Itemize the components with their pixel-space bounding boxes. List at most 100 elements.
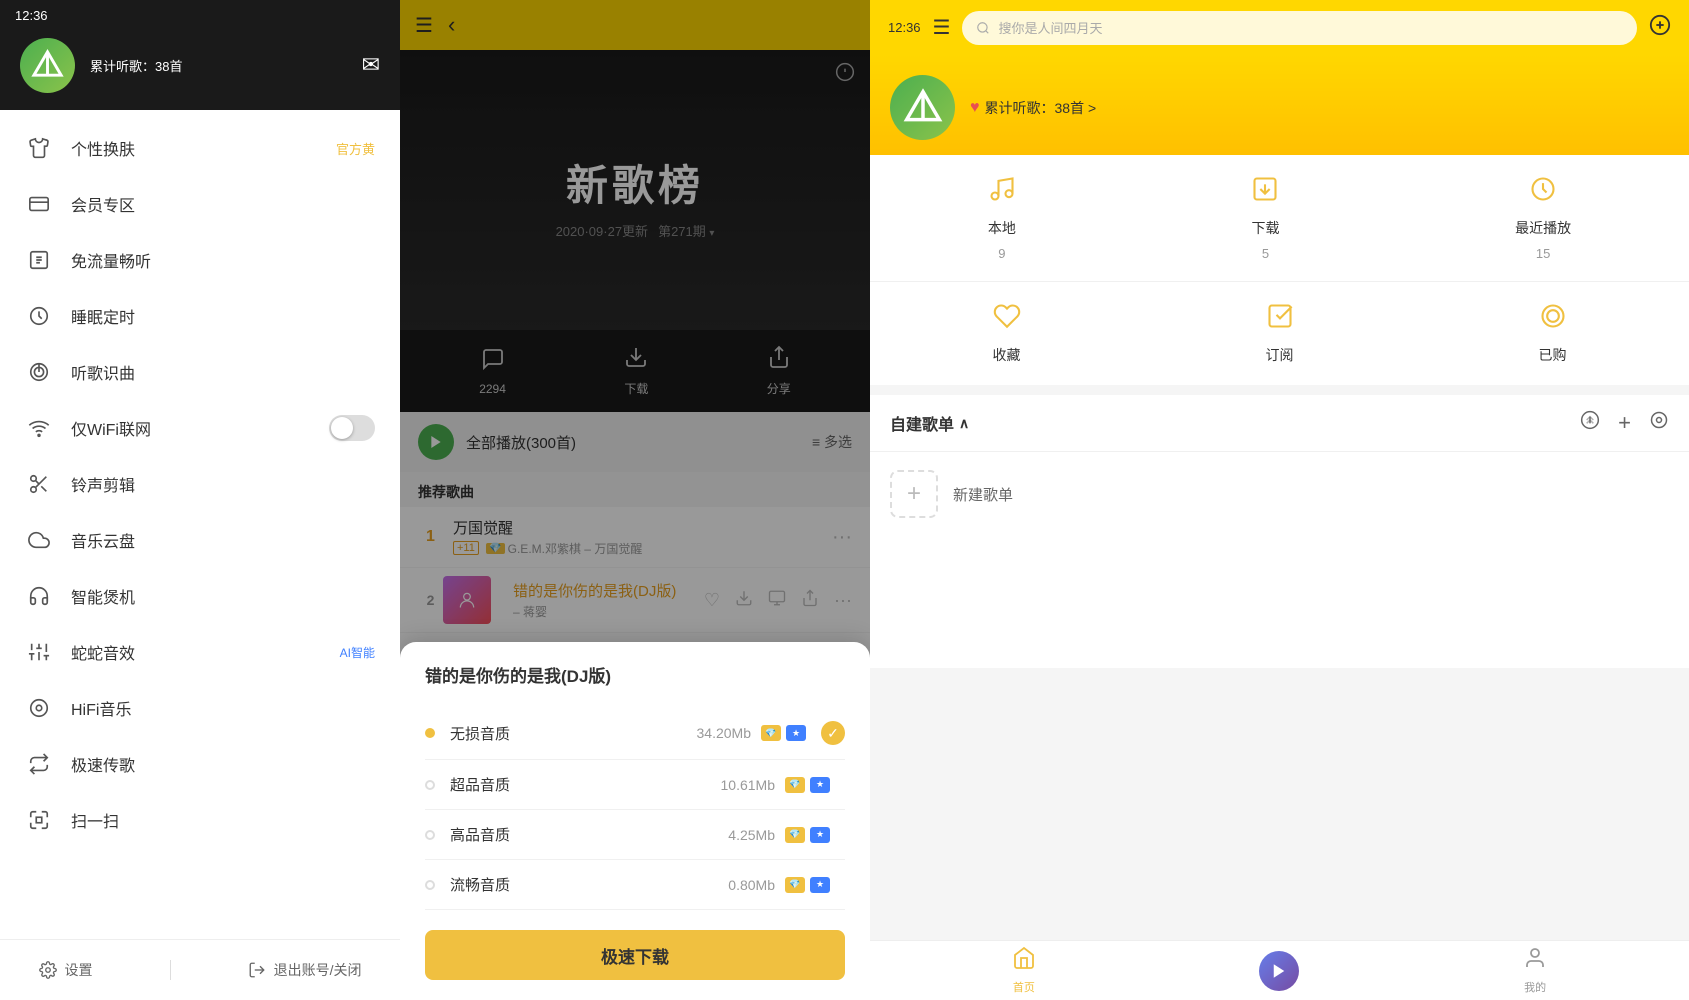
stat-count-dl: 5 [1262, 246, 1269, 261]
playlist-settings-btn[interactable] [1649, 410, 1669, 436]
menu-badge-snake: AI智能 [340, 644, 375, 661]
menu-label-hifi: HiFi音乐 [71, 696, 375, 720]
playlist-add-btn[interactable]: + [1618, 410, 1631, 436]
logout-label: 退出账号/关闭 [274, 960, 362, 980]
menu-label-vip: 会员专区 [71, 192, 375, 216]
stat-download[interactable]: 下载 5 [1251, 175, 1279, 261]
new-playlist-label: 新建歌单 [953, 484, 1013, 505]
nav-home[interactable]: 首页 [1012, 946, 1036, 995]
menu-item-snake[interactable]: 蛇蛇音效 AI智能 [0, 624, 400, 680]
menu-item-hifi[interactable]: HiFi音乐 [0, 680, 400, 736]
menu-label-ringtone: 铃声剪辑 [71, 472, 375, 496]
add-btn-right[interactable] [1649, 14, 1671, 42]
search-placeholder: 搜你是人间四月天 [998, 18, 1102, 37]
quality-size-standard: 0.80Mb [728, 877, 775, 893]
quality-size-high: 4.25Mb [728, 827, 775, 843]
shirt-icon [25, 134, 53, 162]
plus-box: + [890, 470, 938, 518]
menu-item-wifi[interactable]: 仅WiFi联网 [0, 400, 400, 456]
playlist-header: 自建歌单 ∧ + [870, 395, 1689, 452]
playlist-title: 自建歌单 ∧ [890, 411, 1580, 435]
speaker-icon [25, 582, 53, 610]
quality-lossless[interactable]: 无损音质 34.20Mb 💎 ★ ✓ [425, 707, 845, 760]
menu-item-free[interactable]: 免流量畅听 [0, 232, 400, 288]
mail-icon[interactable]: ✉ [362, 52, 380, 78]
stat-label-recent: 最近播放 [1515, 218, 1571, 238]
menu-item-lyric[interactable]: 听歌识曲 [0, 344, 400, 400]
stat-local[interactable]: 本地 9 [988, 175, 1016, 261]
mini-player-thumb [1259, 951, 1299, 991]
menu-item-vip[interactable]: 会员专区 [0, 176, 400, 232]
menu-item-cloud[interactable]: 音乐云盘 [0, 512, 400, 568]
stat-favorites[interactable]: 收藏 [993, 302, 1021, 365]
heart-stat-icon [993, 302, 1021, 337]
settings-btn[interactable]: 设置 [39, 960, 93, 980]
profile-info: ♥ 累计听歌：38首 > [970, 98, 1096, 118]
quality-high[interactable]: 高品音质 4.25Mb 💎 ★ [425, 810, 845, 860]
playlist-actions: + [1580, 410, 1669, 436]
vip-badge-standard: 💎 [785, 877, 805, 893]
menu-item-skin[interactable]: 个性换肤 官方黄 [0, 120, 400, 176]
new-playlist-item[interactable]: + 新建歌单 [870, 452, 1689, 536]
kuwo-badge-standard: ★ [810, 877, 830, 893]
chevron-up-icon: ∧ [959, 415, 969, 432]
kuwo-badge-super: ★ [810, 777, 830, 793]
recent-icon [1529, 175, 1557, 210]
search-icon [976, 21, 990, 35]
quality-dot-lossless [425, 728, 435, 738]
wifi-toggle[interactable] [329, 415, 375, 441]
quality-dot-high [425, 830, 435, 840]
equalizer-icon [25, 638, 53, 666]
playlist-sort-btn[interactable] [1580, 410, 1600, 436]
spacer [870, 668, 1689, 941]
transfer-icon [25, 750, 53, 778]
purchased-icon [1539, 302, 1567, 337]
hifi-icon [25, 694, 53, 722]
menu-item-sleep[interactable]: 睡眠定时 [0, 288, 400, 344]
menu-label-snake: 蛇蛇音效 [71, 640, 340, 664]
panel-left: 12:36 累计听歌：38首 ✉ 个性换肤 官方黄 [0, 0, 400, 1000]
menu-item-scan[interactable]: 扫一扫 [0, 792, 400, 848]
stat-recent[interactable]: 最近播放 15 [1515, 175, 1571, 261]
stat-purchased[interactable]: 已购 [1539, 302, 1567, 365]
menu-item-ringtone[interactable]: 铃声剪辑 [0, 456, 400, 512]
check-lossless: ✓ [821, 721, 845, 745]
cloud-icon [25, 526, 53, 554]
search-bar[interactable]: 搜你是人间四月天 [962, 11, 1637, 45]
home-label: 首页 [1013, 979, 1035, 995]
kuwo-badge-high: ★ [810, 827, 830, 843]
music-stats: 本地 9 下载 5 最近播放 15 [870, 155, 1689, 281]
modal-title: 错的是你伤的是我(DJ版) [425, 662, 845, 687]
menu-item-smart[interactable]: 智能煲机 [0, 568, 400, 624]
profile-section: ♥ 累计听歌：38首 > [870, 55, 1689, 155]
stat-subscribe[interactable]: 订阅 [1266, 302, 1294, 365]
clock-icon [25, 302, 53, 330]
listen-count-left: 累计听歌：38首 [90, 56, 182, 75]
menu-label-scan: 扫一扫 [71, 808, 375, 832]
logout-btn[interactable]: 退出账号/关闭 [248, 960, 362, 980]
download-stat-icon [1251, 175, 1279, 210]
nav-mine[interactable]: 我的 [1523, 946, 1547, 995]
vip-badge-high: 💎 [785, 827, 805, 843]
playlist-section: 自建歌单 ∧ + [870, 395, 1689, 668]
quality-badges-standard: 💎 ★ [785, 877, 830, 893]
stat-count-local: 9 [998, 246, 1005, 261]
menu-icon-right[interactable]: ☰ [933, 15, 951, 40]
menu-item-transfer[interactable]: 极速传歌 [0, 736, 400, 792]
music-stats-2: 收藏 订阅 已购 [870, 281, 1689, 385]
menu-label-smart: 智能煲机 [71, 584, 375, 608]
quality-standard[interactable]: 流畅音质 0.80Mb 💎 ★ [425, 860, 845, 910]
quality-name-high: 高品音质 [450, 824, 728, 845]
chart-icon [25, 246, 53, 274]
menu-label-cloud: 音乐云盘 [71, 528, 375, 552]
quality-super[interactable]: 超品音质 10.61Mb 💎 ★ [425, 760, 845, 810]
profile-avatar[interactable] [890, 75, 955, 140]
avatar[interactable] [20, 38, 75, 93]
time-right: 12:36 [888, 20, 921, 35]
stat-label-sub: 订阅 [1266, 345, 1294, 365]
quality-dot-standard [425, 880, 435, 890]
nav-player[interactable] [1259, 951, 1299, 991]
fast-download-btn[interactable]: 极速下载 [425, 930, 845, 980]
quality-size-lossless: 34.20Mb [697, 725, 751, 741]
menu-label-transfer: 极速传歌 [71, 752, 375, 776]
